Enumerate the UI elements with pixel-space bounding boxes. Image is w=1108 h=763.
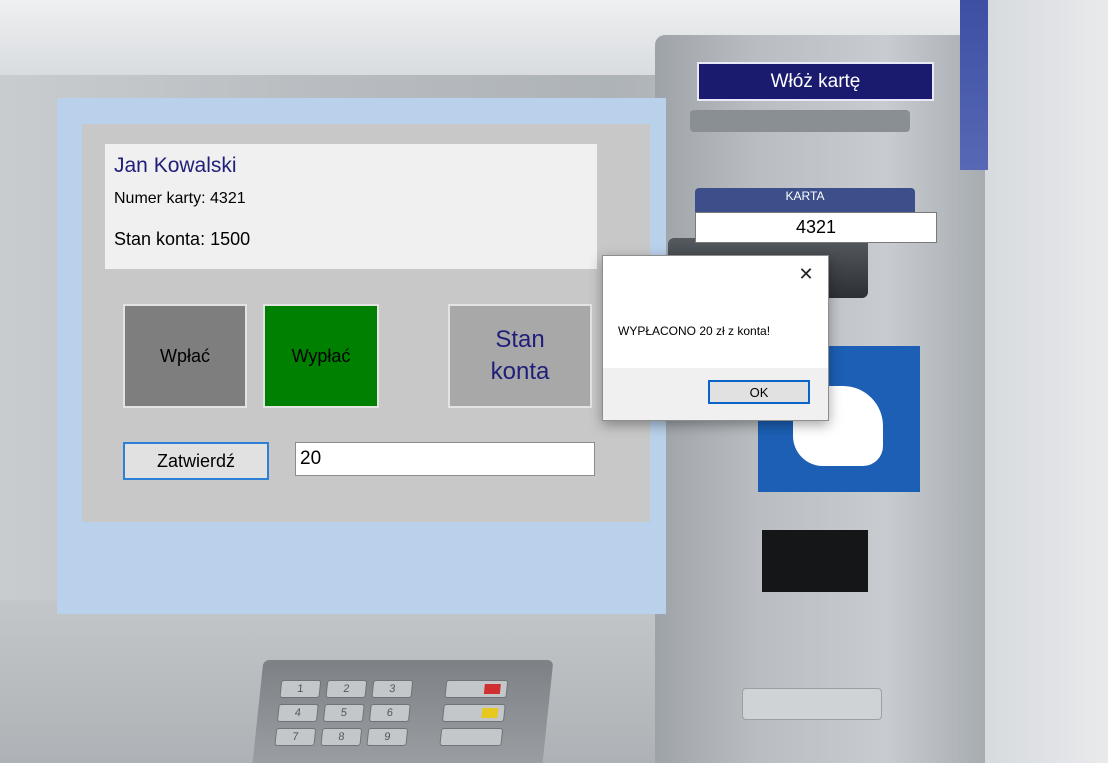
keypad-clear-key <box>441 704 506 722</box>
keypad-key: 7 <box>274 728 317 746</box>
deposit-label: Wpłać <box>159 345 210 366</box>
keypad-key: 8 <box>320 728 363 746</box>
keypad-key: 4 <box>276 704 319 722</box>
amount-input[interactable] <box>295 442 595 476</box>
dialog-footer: OK <box>603 368 828 420</box>
keypad-key: 9 <box>366 728 409 746</box>
ok-button[interactable]: OK <box>708 380 810 404</box>
keypad-key: 6 <box>368 704 411 722</box>
insert-card-button[interactable]: Włóż kartę <box>697 62 934 101</box>
keypad-enter-key <box>439 728 504 746</box>
side-sticker <box>960 0 988 170</box>
withdraw-label: Wypłać <box>291 345 351 366</box>
confirm-label: Zatwierdź <box>156 450 236 471</box>
card-number-label: Numer karty: 4321 <box>114 190 246 207</box>
keypad-key: 2 <box>325 680 368 698</box>
message-dialog: ✕ WYPŁACONO 20 zł z konta! OK <box>602 255 829 421</box>
keypad-cancel-key <box>444 680 509 698</box>
dialog-message: WYPŁACONO 20 zł z konta! <box>618 324 771 338</box>
ok-label: OK <box>749 384 769 400</box>
client-name: Jan Kowalski <box>114 154 237 177</box>
cash-slot <box>762 530 868 592</box>
keypad-key: 3 <box>371 680 414 698</box>
keypad-key: 5 <box>322 704 365 722</box>
keypad: 1 2 3 4 5 6 7 8 9 <box>252 660 554 763</box>
confirm-button[interactable]: Zatwierdź <box>123 442 269 480</box>
insert-card-label: Włóż kartę <box>770 70 861 92</box>
right-wall <box>985 0 1108 763</box>
receipt-slot <box>690 110 910 132</box>
balance-label: Stan konta: 1500 <box>114 229 251 249</box>
keypad-key: 1 <box>279 680 322 698</box>
withdraw-button[interactable]: Wypłać <box>263 304 379 408</box>
card-number-input[interactable] <box>695 212 937 243</box>
close-icon[interactable]: ✕ <box>794 262 818 286</box>
lower-slot <box>742 688 882 720</box>
deposit-button[interactable]: Wpłać <box>123 304 247 408</box>
account-info: Jan Kowalski Numer karty: 4321 Stan kont… <box>105 144 597 269</box>
check-balance-label: Stan konta <box>490 326 550 385</box>
check-balance-button[interactable]: Stan konta <box>448 304 592 408</box>
atm-screen-window: Jan Kowalski Numer karty: 4321 Stan kont… <box>57 98 666 614</box>
atm-panel: Jan Kowalski Numer karty: 4321 Stan kont… <box>82 124 650 522</box>
